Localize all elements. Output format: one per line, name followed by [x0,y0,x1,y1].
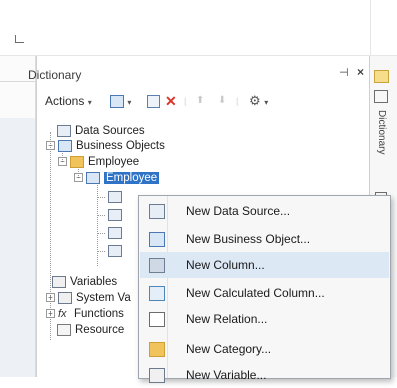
toolbar-separator: | [236,96,239,106]
tree-item-system-variables[interactable]: + System Va [46,291,131,306]
tree-item-column[interactable] [97,226,126,241]
function-icon: fx [58,307,67,320]
new-item-icon [110,95,124,109]
folder-icon [70,155,84,168]
menu-item-label: New Business Object... [186,232,311,246]
gear-icon: ⚙ [249,93,261,108]
variable-icon [52,275,66,288]
menu-item-new-relation[interactable]: New Relation... [140,306,389,332]
tree-item-column[interactable] [97,190,126,205]
business-object-icon [86,171,100,184]
tree-item-label-selected: Employee [104,172,160,184]
menu-item-new-column[interactable]: New Column... [140,252,389,278]
tree-item-label: Variables [70,276,118,288]
collapse-icon[interactable]: − [46,141,55,151]
menu-item-new-category[interactable]: New Category... [140,336,389,362]
menu-item-label: New Relation... [186,312,268,326]
report-canvas-edge [0,56,36,377]
menu-item-label: New Category... [186,342,272,356]
ribbon-strip [0,0,397,56]
column-icon [108,208,122,221]
column-icon [108,190,122,203]
toolbar-separator: | [184,96,187,106]
chevron-down-icon: ▾ [127,98,132,107]
resource-icon [57,323,71,336]
relation-icon [149,312,165,327]
tree-item-functions[interactable]: + fx Functions [46,307,124,322]
menu-item-new-business-object[interactable]: New Business Object... [140,226,389,252]
tree-item-label: Business Objects [76,140,165,152]
tree-item-label: Employee [88,156,140,168]
dictionary-tab-icon[interactable] [374,90,388,103]
tree-item-column[interactable] [97,208,126,223]
properties-icon[interactable] [374,70,389,83]
data-source-icon [57,124,71,137]
ribbon-separator [370,0,371,55]
actions-menu-button[interactable]: Actions ▾ [45,92,92,110]
chevron-down-icon: ▾ [264,98,269,107]
column-icon [108,244,122,257]
move-down-icon[interactable]: ⬇ [218,92,226,110]
data-source-icon [149,204,165,219]
tree-item-column[interactable] [97,244,126,259]
menu-item-new-variable[interactable]: New Variable... [140,362,389,388]
business-object-icon [58,139,72,152]
edit-icon [147,95,160,109]
column-icon [149,258,165,273]
tree-item-resources[interactable]: Resource [57,323,124,338]
panel-title: Dictionary [28,68,82,82]
business-object-icon [149,232,165,247]
canvas-pane [0,118,35,377]
expand-icon[interactable]: + [46,293,55,303]
menu-item-new-data-source[interactable]: New Data Source... [140,198,389,224]
tree-item-label: Functions [74,308,124,320]
system-variable-icon [58,291,72,304]
context-menu: New Data Source... New Business Object..… [138,195,391,383]
pin-icon[interactable]: ⊣ [339,66,349,79]
tree-item-variables[interactable]: Variables [52,275,117,290]
edit-button[interactable] [147,92,160,110]
tree-item-data-sources[interactable]: Data Sources [57,124,145,139]
collapse-icon[interactable]: − [74,173,83,183]
actions-label: Actions [45,94,85,108]
collapse-icon[interactable]: − [58,157,67,167]
move-up-icon[interactable]: ⬆ [196,92,204,110]
expand-icon[interactable]: + [46,309,55,319]
tree-item-label: Resource [75,324,125,336]
chevron-down-icon: ▾ [87,98,92,107]
tree-item-employee-folder[interactable]: − Employee [58,155,139,170]
dialog-launcher-icon[interactable] [15,35,24,43]
tree-item-employee-object[interactable]: − Employee [74,171,160,186]
tree-item-label: System Va [76,292,131,304]
column-icon [108,226,122,239]
menu-item-label: New Variable... [186,368,267,382]
new-item-button[interactable]: ▾ [110,92,131,110]
calculated-column-icon [149,286,165,301]
delete-icon[interactable]: ✕ [165,92,177,110]
tab-dictionary[interactable]: Dictionary [369,110,397,190]
tree-item-business-objects[interactable]: − Business Objects [46,139,165,154]
menu-item-label: New Calculated Column... [186,286,325,300]
close-icon[interactable]: × [357,65,364,79]
variable-icon [149,368,165,383]
category-icon [149,342,165,357]
tree-connector [97,178,98,266]
menu-item-label: New Data Source... [186,204,291,218]
menu-item-new-calculated-column[interactable]: New Calculated Column... [140,280,389,306]
tab-label: Dictionary [376,110,387,155]
settings-menu-button[interactable]: ⚙ ▾ [249,92,268,110]
menu-item-label: New Column... [186,258,265,272]
tree-item-label: Data Sources [75,125,145,137]
